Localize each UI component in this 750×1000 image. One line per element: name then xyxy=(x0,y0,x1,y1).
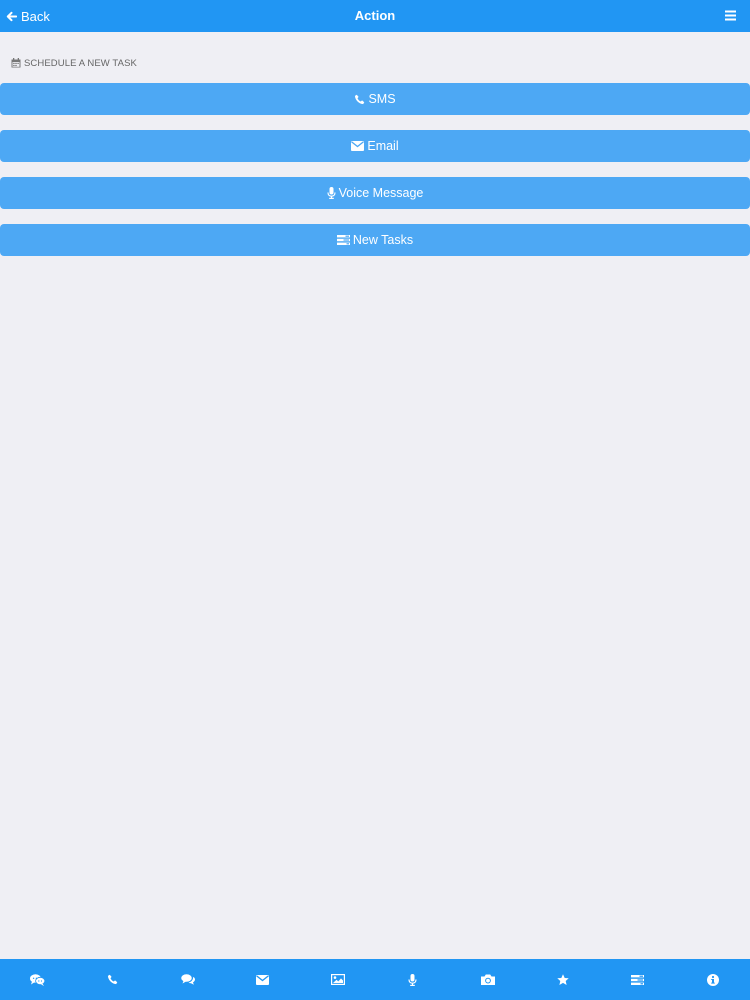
nav-email[interactable] xyxy=(225,959,300,1000)
phone-icon xyxy=(354,94,365,105)
voice-message-label: Voice Message xyxy=(338,186,424,200)
page-title: Action xyxy=(354,8,396,23)
info-icon xyxy=(706,973,719,986)
bottom-navigation xyxy=(0,959,750,1000)
star-icon xyxy=(556,973,569,986)
sms-label: SMS xyxy=(368,92,396,106)
section-label: SCHEDULE A NEW TASK xyxy=(24,57,137,69)
nav-camera[interactable] xyxy=(450,959,525,1000)
nav-image[interactable] xyxy=(300,959,375,1000)
envelope-icon xyxy=(351,141,365,151)
comments-icon xyxy=(180,974,195,985)
back-label: Back xyxy=(21,8,50,24)
voice-message-button[interactable]: Voice Message xyxy=(0,177,750,209)
menu-button[interactable] xyxy=(725,10,736,21)
section-heading: SCHEDULE A NEW TASK xyxy=(11,57,137,69)
new-tasks-label: New Tasks xyxy=(352,233,414,247)
tasks-list-icon xyxy=(336,235,350,245)
envelope-icon xyxy=(256,974,269,985)
new-tasks-button[interactable]: New Tasks xyxy=(0,224,750,256)
camera-icon xyxy=(480,974,495,985)
tasks-list-icon xyxy=(631,974,644,985)
nav-voice[interactable] xyxy=(375,959,450,1000)
phone-icon xyxy=(107,974,118,985)
nav-comments[interactable] xyxy=(150,959,225,1000)
nav-tasks[interactable] xyxy=(600,959,675,1000)
nav-chat[interactable] xyxy=(0,959,75,1000)
image-icon xyxy=(330,974,345,985)
microphone-icon xyxy=(327,187,336,199)
top-bar: Back Action xyxy=(0,0,750,32)
back-button[interactable]: Back xyxy=(6,0,50,32)
arrow-left-icon xyxy=(6,11,17,22)
nav-info[interactable] xyxy=(675,959,750,1000)
chat-bubbles-icon xyxy=(30,973,45,986)
email-label: Email xyxy=(367,139,399,153)
sms-button[interactable]: SMS xyxy=(0,83,750,115)
microphone-icon xyxy=(408,973,417,986)
email-button[interactable]: Email xyxy=(0,130,750,162)
calendar-icon xyxy=(11,58,21,68)
hamburger-menu-icon xyxy=(725,10,736,21)
nav-phone[interactable] xyxy=(75,959,150,1000)
nav-favorites[interactable] xyxy=(525,959,600,1000)
